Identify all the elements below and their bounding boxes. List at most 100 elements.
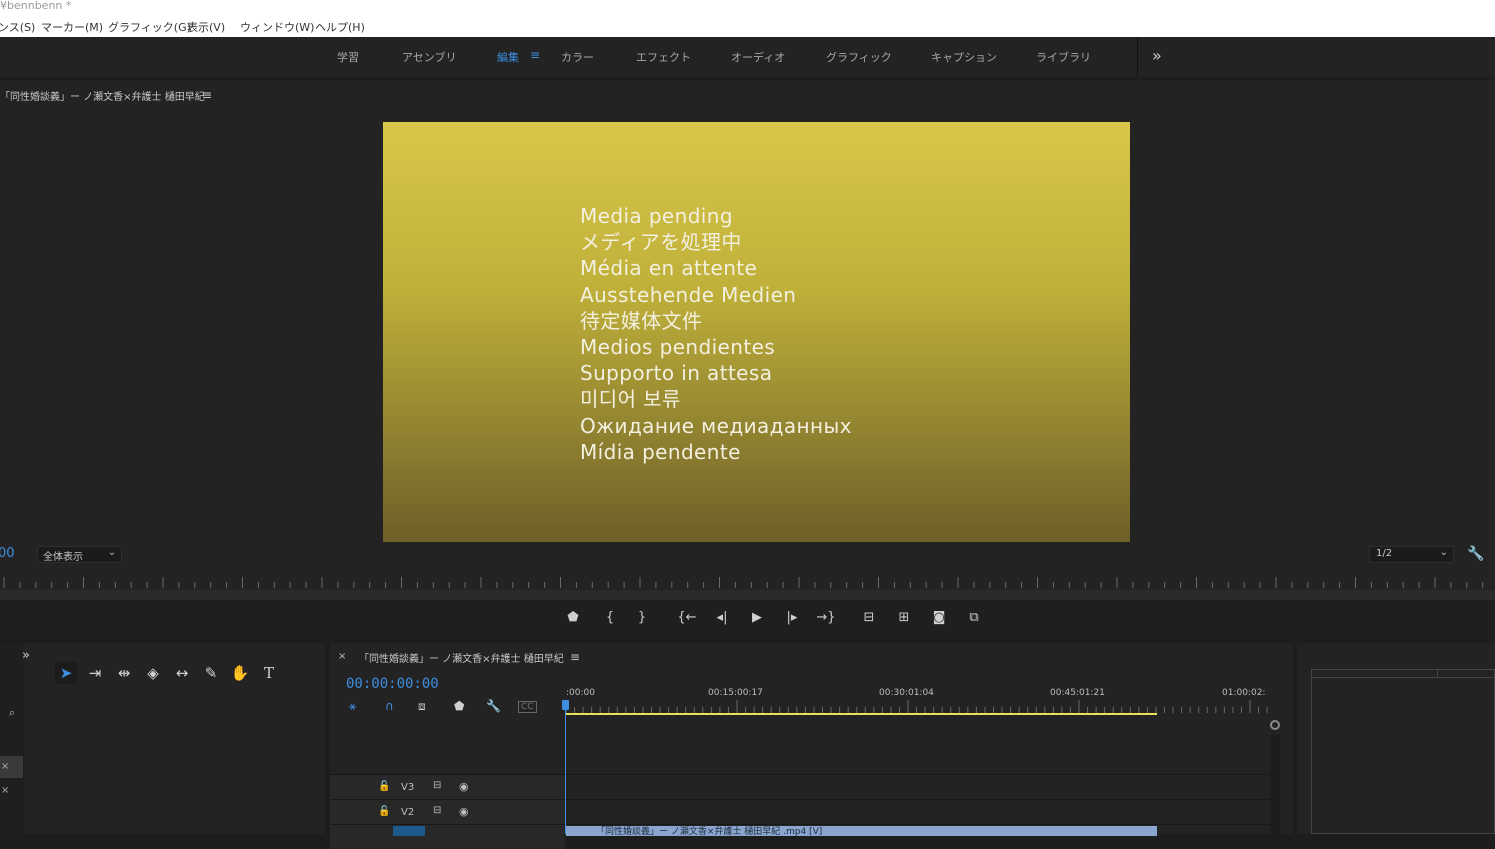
playhead-line[interactable] [565, 704, 566, 834]
workspace-tab-effects[interactable]: エフェクト [636, 49, 691, 65]
track-select-tool-icon[interactable]: ⇥ [84, 662, 106, 684]
audio-meters-header [1311, 669, 1495, 678]
ruler-label: 00:45:01:21 [1050, 688, 1105, 698]
pending-line-en: Media pending [580, 204, 733, 228]
lock-icon[interactable]: 🔓 [378, 806, 390, 817]
timeline-menu-icon[interactable]: ≡ [570, 650, 580, 664]
audio-meters-divider [1437, 669, 1438, 678]
play-icon[interactable]: ▶ [747, 610, 767, 625]
linked-selection-icon[interactable]: ⧈ [418, 699, 426, 714]
program-monitor-ruler[interactable] [0, 574, 1495, 590]
pending-line-ru: Ожидание медиаданных [580, 413, 852, 438]
track-name[interactable]: V2 [401, 807, 414, 818]
work-area-bar[interactable] [566, 713, 1157, 715]
go-to-in-icon[interactable]: {← [677, 610, 697, 625]
menu-graphics[interactable]: グラフィック(G) [108, 19, 191, 35]
close-icon[interactable]: × [1, 785, 9, 796]
timeline-zoom-handle[interactable] [1270, 720, 1280, 730]
menu-sequence[interactable]: ンス(S) [0, 19, 35, 35]
timeline-timecode[interactable]: 00:00:00:00 [346, 676, 439, 692]
ripple-edit-tool-icon[interactable]: ⇹ [113, 662, 135, 684]
chevron-down-icon: ⌄ [1439, 547, 1448, 558]
project-panel-more-icon[interactable]: » [22, 648, 30, 663]
program-monitor-menu-icon[interactable]: ≡ [202, 88, 212, 102]
workspace-tab-libraries[interactable]: ライブラリ [1036, 49, 1091, 65]
eye-icon[interactable]: ◉ [459, 780, 469, 793]
resolution-value: 1/2 [1376, 548, 1393, 559]
workspace-tab-color[interactable]: カラー [561, 49, 594, 65]
sync-lock-icon[interactable]: ⊟ [433, 780, 441, 791]
pen-tool-icon[interactable]: ✎ [200, 662, 222, 684]
project-item[interactable]: × [0, 780, 23, 802]
close-icon[interactable]: × [1, 761, 9, 772]
workspace-tab-editing[interactable]: 編集 [497, 49, 519, 65]
workspace-tab-graphics[interactable]: グラフィック [826, 49, 892, 65]
zoom-level-select[interactable]: 全体表示 ⌄ [37, 546, 122, 563]
playback-resolution-select[interactable]: 1/2 ⌄ [1369, 546, 1454, 563]
timeline-sequence-tab[interactable]: 「同性婚談義」ー ノ瀬文香×弁護士 樋田早紀 [359, 650, 564, 665]
comparison-view-icon[interactable]: ⧉ [964, 610, 984, 625]
pending-line-fr: Média en attente [580, 256, 758, 281]
media-pending-message: Media pending メディアを処理中 Média en attente … [580, 203, 852, 465]
menu-window[interactable]: ウィンドウ(W) [240, 19, 314, 35]
pending-line-pt: Mídia pendente [580, 439, 741, 464]
pending-line-ko: 미디어 보류 [580, 387, 681, 412]
zoom-level-value: 全体表示 [43, 552, 83, 563]
eye-icon[interactable]: ◉ [459, 805, 469, 818]
ruler-label: 01:00:02: [1222, 688, 1266, 698]
menu-view[interactable]: 表示(V) [187, 19, 225, 35]
step-back-icon[interactable]: ◂| [712, 610, 732, 625]
slip-tool-icon[interactable]: ↔ [171, 662, 193, 684]
project-item[interactable]: × [0, 756, 23, 778]
timeline-vertical-scrollbar[interactable] [1270, 735, 1280, 834]
nest-sequence-icon[interactable]: ⚹ [349, 699, 356, 714]
video-clip[interactable]: 「同性婚談義」ー ノ瀬文香×弁護士 樋田早紀 .mp4 [V] [566, 826, 1157, 837]
monitor-settings-wrench-icon[interactable]: 🔧 [1467, 546, 1484, 562]
menu-marker[interactable]: マーカー(M) [41, 19, 103, 35]
workspaces-bar: 学習 アセンブリ 編集 ≡ カラー エフェクト オーディオ グラフィック キャプ… [0, 37, 1495, 77]
export-frame-icon[interactable]: ◙ [929, 610, 949, 625]
workspace-tab-captions[interactable]: キャプション [931, 49, 997, 65]
track-name[interactable]: V3 [401, 782, 414, 793]
workspace-tab-audio[interactable]: オーディオ [731, 49, 785, 65]
mark-out-icon[interactable]: } [632, 610, 652, 625]
workspace-menu-icon[interactable]: ≡ [530, 48, 540, 62]
lock-icon[interactable]: 🔓 [378, 781, 390, 792]
project-search-icon[interactable]: ⌕ [9, 706, 15, 720]
snap-icon[interactable]: ∩ [385, 699, 394, 713]
captions-icon[interactable]: CC [518, 701, 537, 713]
type-tool-icon[interactable]: T [258, 662, 280, 684]
go-to-out-icon[interactable]: →} [816, 610, 836, 625]
add-marker-icon[interactable]: ⬟ [454, 699, 464, 713]
extract-icon[interactable]: ⊞ [894, 610, 914, 625]
ruler-label: 00:30:01:04 [879, 688, 934, 698]
workspace-more-icon[interactable]: » [1152, 46, 1162, 65]
selection-tool-icon[interactable]: ➤ [55, 662, 77, 684]
razor-tool-icon[interactable]: ◈ [142, 662, 164, 684]
program-monitor-scrollbar[interactable] [0, 590, 1495, 600]
marker-icon[interactable]: ⬟ [563, 610, 583, 625]
pending-line-de: Ausstehende Medien [580, 282, 797, 307]
timeline-settings-wrench-icon[interactable]: 🔧 [486, 699, 501, 713]
pending-line-ja: メディアを処理中 [580, 230, 742, 255]
workspace-divider [1137, 37, 1138, 77]
program-timecode[interactable]: 00 [0, 546, 15, 561]
window-title-bar: ¥bennbenn * [0, 0, 1495, 15]
timeline-ruler[interactable] [565, 700, 1270, 714]
sync-lock-icon[interactable]: ⊟ [433, 805, 441, 816]
step-forward-icon[interactable]: |▸ [782, 610, 802, 625]
workspace-tab-assembly[interactable]: アセンブリ [402, 49, 456, 65]
timeline-close-icon[interactable]: × [338, 651, 346, 662]
track-target-v1[interactable] [393, 826, 425, 836]
workspace-tab-learning[interactable]: 学習 [337, 49, 359, 65]
menu-help[interactable]: ヘルプ(H) [315, 19, 365, 35]
project-panel-edge [0, 643, 24, 834]
lift-icon[interactable]: ⊟ [859, 610, 879, 625]
hand-tool-icon[interactable]: ✋ [229, 662, 251, 684]
program-monitor-title[interactable]: 「同性婚談義」ー ノ瀬文香×弁護士 樋田早紀 [0, 88, 205, 103]
playhead-handle[interactable] [562, 700, 569, 710]
pending-line-zh: 待定媒体文件 [580, 308, 703, 333]
ruler-label: :00:00 [566, 688, 595, 698]
mark-in-icon[interactable]: { [600, 610, 620, 625]
track-header-v3: 🔓 V3 ⊟ ◉ [330, 775, 565, 799]
